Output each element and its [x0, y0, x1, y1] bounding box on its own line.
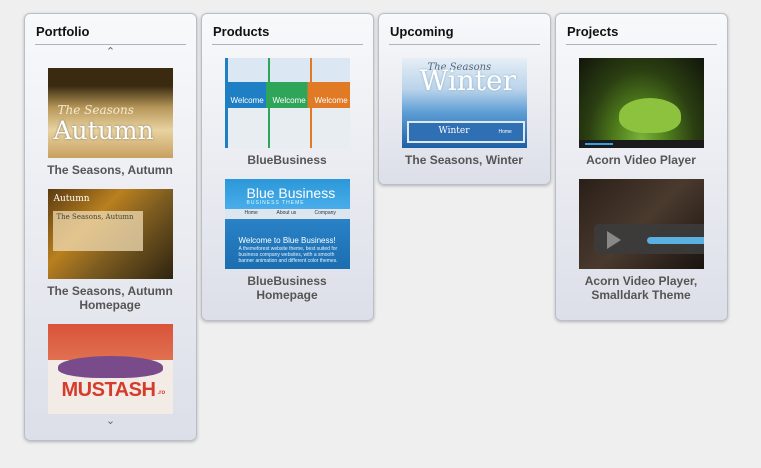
divider [389, 44, 540, 45]
thumb-nav-item: Company [314, 210, 336, 216]
panel-title: Portfolio [36, 24, 90, 39]
video-progress [584, 143, 613, 145]
thumbnail-acorn-smalldark[interactable] [578, 179, 704, 269]
products-panel: Products Welcome Welcome Welcome BlueBus… [201, 13, 374, 321]
divider [212, 44, 363, 45]
thumb-text: Welcome [272, 96, 306, 105]
thumb-menu: Home [498, 129, 512, 135]
thumbnail-autumn-homepage[interactable]: Autumn The Seasons, Autumn [47, 189, 173, 279]
panel-title: Upcoming [390, 24, 454, 39]
item-caption[interactable]: BlueBusiness [224, 153, 350, 167]
thumb-frame-text: Winter [438, 126, 470, 136]
scroll-down-arrow-icon[interactable]: ⌄ [25, 414, 196, 427]
item-caption[interactable]: The Seasons, Autumn Homepage [47, 284, 173, 312]
thumb-welcome: Welcome to Blue Business! [238, 236, 336, 245]
item-caption[interactable]: The Seasons, Autumn [47, 163, 173, 177]
thumb-title: Autumn [53, 194, 90, 204]
portfolio-item-autumn[interactable]: The Seasons Autumn The Seasons, Autumn [47, 68, 173, 177]
thumb-nav-item: About us [276, 210, 297, 216]
scroll-up-arrow-icon[interactable]: ⌃ [25, 45, 196, 58]
upcoming-item-winter[interactable]: The Seasons Winter Winter Home The Seaso… [401, 58, 527, 167]
projects-panel: Projects Acorn Video Player Acorn Video … [555, 13, 728, 321]
thumbnail-autumn[interactable]: The Seasons Autumn [47, 68, 173, 158]
thumb-hill [618, 98, 681, 133]
products-item-bluebusiness[interactable]: Welcome Welcome Welcome BlueBusiness [224, 58, 350, 167]
video-seek-bar [646, 237, 704, 244]
thumb-title: Winter [419, 64, 516, 97]
thumb-nav-item: Home [244, 210, 258, 216]
item-caption[interactable]: The Seasons, Winter [401, 153, 527, 167]
thumb-title: Autumn [53, 116, 154, 145]
thumb-text: Welcome [230, 96, 264, 105]
portfolio-panel: Portfolio ⌃ The Seasons Autumn The Seaso… [24, 13, 197, 441]
thumbnail-mustash[interactable]: MUSTASH .ro [47, 324, 173, 414]
item-caption[interactable]: Acorn Video Player, Smalldark Theme [578, 274, 704, 302]
item-caption[interactable]: Acorn Video Player [578, 153, 704, 167]
thumb-frame: Winter Home [406, 121, 525, 143]
products-item-bluebusiness-homepage[interactable]: Blue Business BUSINESS THEME Home About … [224, 179, 350, 302]
portfolio-item-mustash[interactable]: MUSTASH .ro [47, 324, 173, 414]
thumbnail-bluebusiness-homepage[interactable]: Blue Business BUSINESS THEME Home About … [224, 179, 350, 269]
thumbnail-winter[interactable]: The Seasons Winter Winter Home [401, 58, 527, 148]
mustache-graphic [57, 356, 163, 378]
panel-title: Products [213, 24, 270, 39]
thumb-logo-text: MUSTASH [61, 379, 156, 401]
portfolio-item-autumn-homepage[interactable]: Autumn The Seasons, Autumn The Seasons, … [47, 189, 173, 312]
thumb-tagline: BUSINESS THEME [246, 200, 305, 206]
thumbnail-acorn[interactable] [578, 58, 704, 148]
play-icon [606, 231, 621, 249]
projects-item-acorn[interactable]: Acorn Video Player [578, 58, 704, 167]
thumb-body-text: A themeforest website theme, best suited… [238, 246, 338, 264]
projects-item-acorn-smalldark[interactable]: Acorn Video Player, Smalldark Theme [578, 179, 704, 302]
divider [566, 44, 717, 45]
thumb-brand: Blue Business [246, 185, 336, 201]
upcoming-panel: Upcoming The Seasons Winter Winter Home … [378, 13, 551, 185]
thumb-text: Welcome [314, 96, 348, 105]
thumb-logo-suffix: .ro [157, 390, 166, 396]
thumb-subtitle: The Seasons, Autumn [56, 213, 134, 221]
thumbnail-bluebusiness[interactable]: Welcome Welcome Welcome [224, 58, 350, 148]
thumb-subtitle: The Seasons [57, 103, 134, 117]
thumb-content-box: The Seasons, Autumn [52, 211, 143, 251]
panel-title: Projects [567, 24, 619, 39]
item-caption[interactable]: BlueBusiness Homepage [224, 274, 350, 302]
